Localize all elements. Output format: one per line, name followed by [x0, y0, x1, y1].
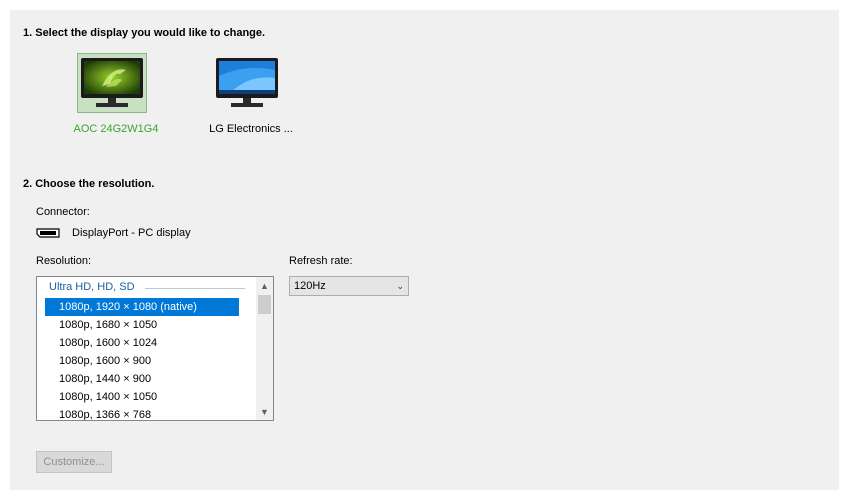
display-lg[interactable]: LG Electronics ...: [196, 53, 306, 135]
resolution-item[interactable]: 1080p, 1920 × 1080 (native): [45, 298, 239, 316]
resolution-item[interactable]: 1080p, 1366 × 768: [45, 406, 239, 420]
resolution-item[interactable]: 1080p, 1680 × 1050: [45, 316, 239, 334]
resolution-item[interactable]: 1080p, 1600 × 1024: [45, 334, 239, 352]
refresh-rate-label: Refresh rate:: [289, 255, 353, 267]
display-name-aoc: AOC 24G2W1G4: [73, 123, 159, 135]
connector-value: DisplayPort - PC display: [72, 227, 191, 239]
monitor-nvidia-icon: [77, 53, 147, 113]
resolution-item[interactable]: 1080p, 1440 × 900: [45, 370, 239, 388]
refresh-rate-value: 120Hz: [294, 280, 326, 292]
scroll-down-icon[interactable]: ▼: [256, 403, 273, 420]
refresh-rate-select[interactable]: 120Hz ⌄: [289, 276, 409, 296]
connector-label: Connector:: [36, 206, 90, 218]
resolution-list[interactable]: Ultra HD, HD, SD 1080p, 1920 × 1080 (nat…: [36, 276, 274, 421]
resolution-group-header: Ultra HD, HD, SD: [49, 281, 135, 293]
display-aoc[interactable]: AOC 24G2W1G4: [61, 53, 171, 135]
step2-heading: 2. Choose the resolution.: [23, 178, 155, 190]
customize-button[interactable]: Customize...: [36, 451, 112, 473]
resolution-item[interactable]: 1080p, 1400 × 1050: [45, 388, 239, 406]
group-divider: [145, 288, 245, 289]
chevron-down-icon: ⌄: [396, 281, 404, 291]
scroll-up-icon[interactable]: ▲: [256, 277, 273, 294]
displayport-icon: [36, 228, 60, 241]
resolution-item[interactable]: 1080p, 1600 × 900: [45, 352, 239, 370]
scroll-thumb[interactable]: [258, 295, 271, 314]
resolution-scrollbar[interactable]: ▲ ▼: [256, 277, 273, 420]
display-name-lg: LG Electronics ...: [209, 123, 293, 135]
monitor-windows-icon: [212, 53, 282, 113]
resolution-label: Resolution:: [36, 255, 92, 267]
step1-heading: 1. Select the display you would like to …: [23, 27, 266, 39]
